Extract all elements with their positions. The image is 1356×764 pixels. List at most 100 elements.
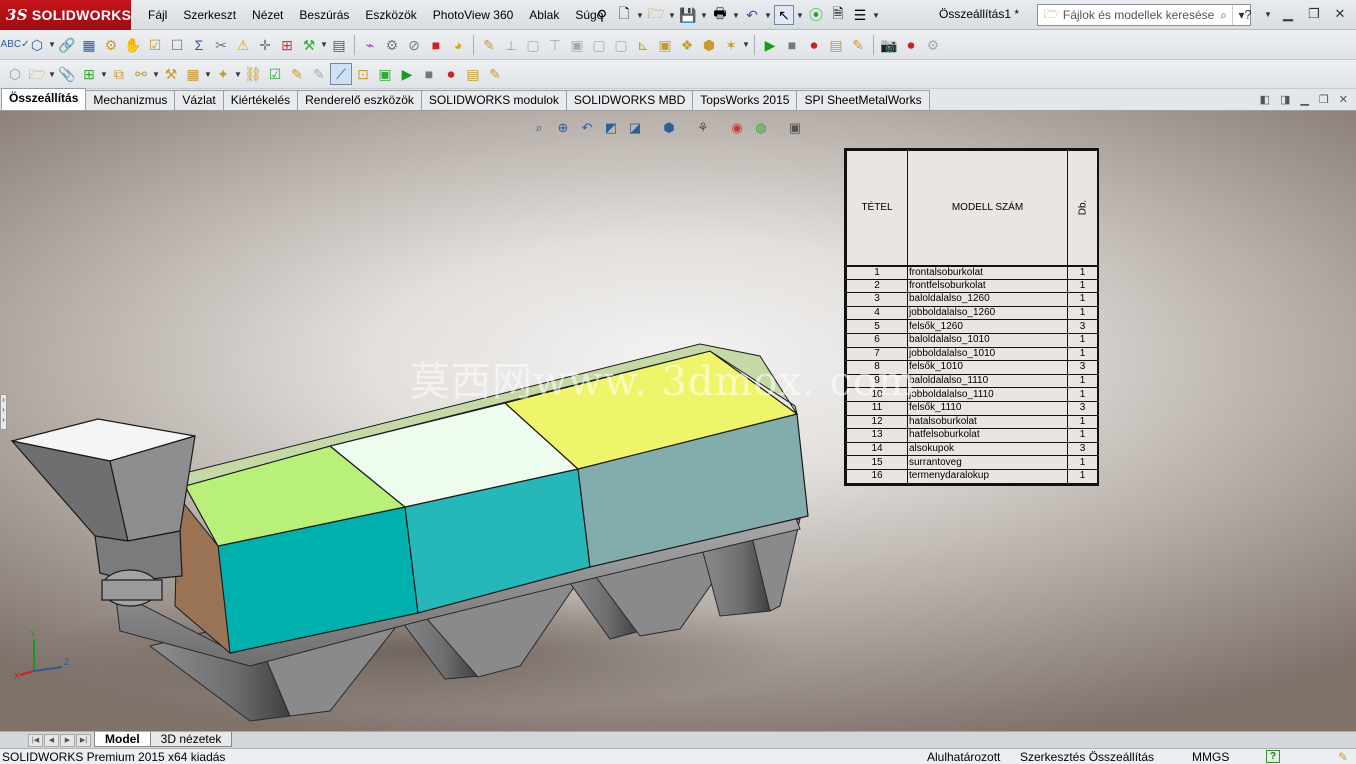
dynamic-annotation-icon[interactable]: ◪	[626, 119, 644, 137]
validate-icon[interactable]: ☑	[264, 63, 286, 85]
chain-icon[interactable]: ⛓	[242, 63, 264, 85]
screen-icon[interactable]: ▣	[374, 63, 396, 85]
appearance-icon[interactable]: ■	[425, 34, 447, 56]
bom-row[interactable]: 1 frontalsoburkolat 1	[846, 265, 1098, 280]
bom-row[interactable]: 16 termenydaralokup 1	[846, 468, 1098, 484]
tab-assembly[interactable]: Összeállítás	[1, 88, 87, 110]
view-settings-icon[interactable]: ▣	[786, 119, 804, 137]
scene-icon[interactable]: ◕	[447, 34, 469, 56]
bom-row[interactable]: 6 baloldalalso_1010 1	[846, 332, 1098, 348]
minimize-icon[interactable]: ▁	[1278, 4, 1298, 24]
video-icon[interactable]: ⏺	[900, 34, 922, 56]
note-icon[interactable]: ▣	[654, 34, 676, 56]
tab-evaluate[interactable]: Kiértékelés	[222, 90, 299, 110]
pane-left-icon[interactable]: ◧	[1260, 93, 1270, 106]
move-component-icon[interactable]: ✋	[122, 34, 144, 56]
assembly-visualization-icon[interactable]: ⚙	[381, 34, 403, 56]
tab-topsworks[interactable]: TopsWorks 2015	[692, 90, 798, 110]
bom-row[interactable]: 2 frontfelsoburkolat 1	[846, 278, 1098, 294]
bom-row[interactable]: 15 surrantoveg 1	[846, 455, 1098, 470]
features-dropdown-icon[interactable]: ▼	[320, 40, 328, 49]
status-units[interactable]: MMGS	[1192, 750, 1229, 764]
sketch-tool-4-icon[interactable]: ▢	[588, 34, 610, 56]
play-small-icon[interactable]: ▶	[396, 63, 418, 85]
tab-solidworks-addins[interactable]: SOLIDWORKS modulok	[420, 90, 567, 110]
dimension-icon[interactable]: ⊾	[632, 34, 654, 56]
tab-3d-views[interactable]: 3D nézetek	[149, 732, 233, 747]
doc-close-icon[interactable]: ✕	[1339, 93, 1348, 106]
link-icon[interactable]: ⚯	[130, 63, 152, 85]
edit-appearance-icon[interactable]: ◉	[728, 119, 746, 137]
rebuild-traffic-light-icon[interactable]: ⦿	[806, 5, 826, 25]
rebuild-status-icon[interactable]: ✎	[1338, 750, 1348, 764]
edit-disabled-icon[interactable]: ✎	[308, 63, 330, 85]
tab-spi-sheetmetalworks[interactable]: SPI SheetMetalWorks	[796, 90, 930, 110]
macro-edit-small-icon[interactable]: ✎	[484, 63, 506, 85]
undo-icon[interactable]: ↶	[742, 5, 762, 25]
spellcheck-icon[interactable]: ABC✓	[1, 34, 30, 56]
doc-restore-icon[interactable]: ❐	[1319, 93, 1329, 106]
weld-icon[interactable]: ⬢	[698, 34, 720, 56]
save-dropdown-icon[interactable]: ▼	[700, 11, 708, 20]
tab-sketch[interactable]: Vázlat	[174, 90, 224, 110]
menu-tools[interactable]: Eszközök	[357, 0, 424, 30]
stop-small-icon[interactable]: ■	[418, 63, 440, 85]
open-folder-icon[interactable]: 🗁	[646, 5, 666, 25]
bill-of-materials-table[interactable]: TÉTEL MODELL SZÁM Db. 1 frontalsoburkolat…	[844, 148, 1099, 486]
view-cube-icon[interactable]: ⬡	[4, 63, 26, 85]
tab-model[interactable]: Model	[94, 732, 151, 747]
annotation-icon[interactable]: ✶	[720, 34, 742, 56]
balloon-icon[interactable]: ❖	[676, 34, 698, 56]
smart-fasteners-icon[interactable]: ⚙	[100, 34, 122, 56]
wizard-icon[interactable]: ✎	[286, 63, 308, 85]
menu-insert[interactable]: Beszúrás	[291, 0, 357, 30]
hardware-icon[interactable]: ▦	[182, 63, 204, 85]
link-dropdown-icon[interactable]: ▼	[152, 70, 160, 79]
measure-icon[interactable]: ⊡	[352, 63, 374, 85]
zoom-to-area-icon[interactable]: ⊕	[554, 119, 572, 137]
play-icon[interactable]: ▶	[759, 34, 781, 56]
tab-mechanism[interactable]: Mechanizmus	[85, 90, 176, 110]
sketch-tool-1-icon[interactable]: ▢	[522, 34, 544, 56]
print-icon[interactable]: 🖶	[710, 5, 730, 25]
bom-row[interactable]: 12 hatalsoburkolat 1	[846, 414, 1098, 430]
hardware-dropdown-icon[interactable]: ▼	[204, 70, 212, 79]
solidworks-logo[interactable]: 3S SOLIDWORKS	[0, 0, 131, 30]
sketch-tool-3-icon[interactable]: ▣	[566, 34, 588, 56]
copy-icon[interactable]: ⧉	[108, 63, 130, 85]
first-tab-icon[interactable]: |◀	[28, 734, 43, 747]
previous-view-icon[interactable]: ↶	[578, 119, 596, 137]
section-view-icon[interactable]: ◩	[602, 119, 620, 137]
menu-window[interactable]: Ablak	[521, 0, 567, 30]
new-document-icon[interactable]: 🗋	[614, 5, 634, 25]
pane-right-icon[interactable]: ◨	[1280, 93, 1290, 106]
undo-dropdown-icon[interactable]: ▼	[764, 11, 772, 20]
linear-pattern-icon[interactable]: ▦	[78, 34, 100, 56]
prev-tab-icon[interactable]: ◀	[44, 734, 59, 747]
print-dropdown-icon[interactable]: ▼	[732, 11, 740, 20]
bom-row[interactable]: 4 jobboldalalso_1260 1	[846, 305, 1098, 321]
search-box[interactable]: 🗁 Fájlok és modellek keresése ⌕ ▾	[1037, 4, 1251, 26]
menu-photoview[interactable]: PhotoView 360	[425, 0, 522, 30]
mate-icon[interactable]: 🔗	[56, 34, 78, 56]
toolbox-icon[interactable]: ⚒	[160, 63, 182, 85]
display-style-icon[interactable]: ⚘	[694, 119, 712, 137]
record-settings-icon[interactable]: ⚙	[922, 34, 944, 56]
open-dropdown-icon[interactable]: ▼	[668, 11, 676, 20]
tab-solidworks-mbd[interactable]: SOLIDWORKS MBD	[565, 90, 694, 110]
help-icon[interactable]: ?	[1238, 4, 1258, 24]
quick-tips-help-icon[interactable]: ?	[1266, 750, 1280, 763]
reference-geometry-icon[interactable]: ⊞	[276, 34, 298, 56]
paperclip-icon[interactable]: 📎	[56, 63, 78, 85]
explode-icon[interactable]: ✛	[254, 34, 276, 56]
record-small-icon[interactable]: ⏺	[440, 63, 462, 85]
graphics-area[interactable]: ⌕ ⊕ ↶ ◩ ◪ ⬢ ⚘ ◉ ◍ ▣ › › › TÉTEL MODELL S…	[0, 111, 1356, 731]
smart-dimension-icon[interactable]: ⟂	[500, 34, 522, 56]
checkbox-icon[interactable]: ☐	[166, 34, 188, 56]
record-icon[interactable]: ⏺	[803, 34, 825, 56]
stop-icon[interactable]: ■	[781, 34, 803, 56]
macro-icon[interactable]: ▤	[462, 63, 484, 85]
folder-open-icon[interactable]: 🗁	[26, 63, 48, 85]
menu-file[interactable]: Fájl	[140, 0, 175, 30]
warning-icon[interactable]: ⚠	[232, 34, 254, 56]
